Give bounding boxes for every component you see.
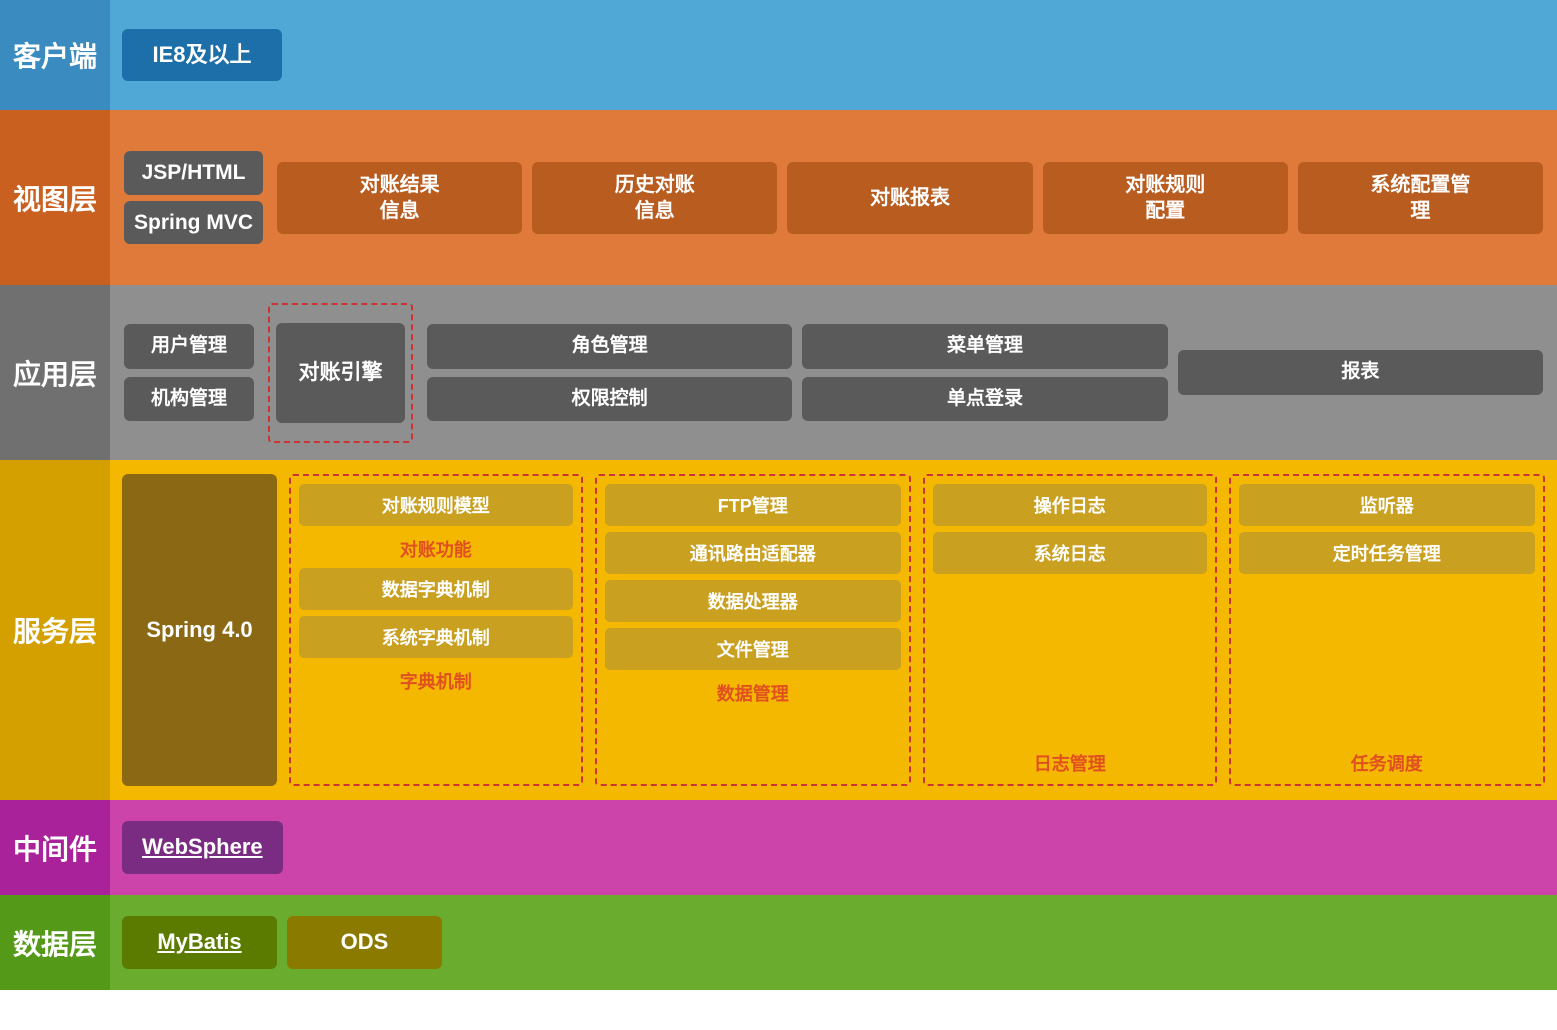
dandian-denglu-box: 单点登录 bbox=[802, 377, 1167, 422]
group3-inner: 操作日志 系统日志 bbox=[933, 484, 1207, 574]
service-row: 服务层 Spring 4.0 对账规则模型 对账功能 数据字典机制 系统字典机制… bbox=[0, 460, 1557, 800]
jiaose-guanli-box: 角色管理 bbox=[427, 324, 792, 369]
ftp-guanli-box: FTP管理 bbox=[605, 484, 901, 526]
ie8-box: IE8及以上 bbox=[122, 29, 282, 82]
view-modules: 对账结果信息 历史对账信息 对账报表 对账规则配置 系统配置管理 bbox=[277, 162, 1543, 234]
xitong-rizhi-box: 系统日志 bbox=[933, 532, 1207, 574]
middleware-content: WebSphere bbox=[110, 800, 1557, 895]
tongxun-luyou-box: 通讯路由适配器 bbox=[605, 532, 901, 574]
menu-col: 菜单管理 单点登录 bbox=[802, 324, 1167, 421]
view-label: 视图层 bbox=[0, 110, 110, 285]
group2-label: 数据管理 bbox=[605, 680, 901, 706]
data-content: MyBatis ODS bbox=[110, 895, 1557, 990]
middleware-label: 中间件 bbox=[0, 800, 110, 895]
jigou-guanli-box: 机构管理 bbox=[124, 377, 254, 422]
lishi-duizhang-box: 历史对账信息 bbox=[532, 162, 777, 234]
dingshi-renwu-box: 定时任务管理 bbox=[1239, 532, 1535, 574]
baobiao-box: 报表 bbox=[1178, 350, 1543, 395]
data-row: 数据层 MyBatis ODS bbox=[0, 895, 1557, 990]
view-tech-col: JSP/HTML Spring MVC bbox=[124, 151, 263, 244]
report-col: 报表 bbox=[1178, 350, 1543, 395]
service-content: Spring 4.0 对账规则模型 对账功能 数据字典机制 系统字典机制 字典机… bbox=[110, 460, 1557, 800]
view-row: 视图层 JSP/HTML Spring MVC 对账结果信息 历史对账信息 对账… bbox=[0, 110, 1557, 285]
app-label: 应用层 bbox=[0, 285, 110, 460]
ods-box: ODS bbox=[287, 916, 442, 969]
app-user-col: 用户管理 机构管理 bbox=[124, 324, 254, 421]
group2-dashed: FTP管理 通讯路由适配器 数据处理器 文件管理 数据管理 bbox=[595, 474, 911, 786]
service-label: 服务层 bbox=[0, 460, 110, 800]
group4-dashed: 监听器 定时任务管理 任务调度 bbox=[1229, 474, 1545, 786]
jsp-html-box: JSP/HTML bbox=[124, 151, 263, 194]
group1-label1: 对账功能 bbox=[299, 536, 573, 562]
duizhang-baobiao-box: 对账报表 bbox=[787, 162, 1032, 234]
app-content: 用户管理 机构管理 对账引擎 角色管理 权限控制 菜单管理 单点登录 报表 bbox=[110, 285, 1557, 460]
xitong-zidian-box: 系统字典机制 bbox=[299, 616, 573, 658]
caozuo-rizhi-box: 操作日志 bbox=[933, 484, 1207, 526]
websphere-box: WebSphere bbox=[122, 821, 283, 874]
spring-box: Spring 4.0 bbox=[122, 474, 277, 786]
group4-inner: 监听器 定时任务管理 bbox=[1239, 484, 1535, 574]
mybatis-box: MyBatis bbox=[122, 916, 277, 969]
role-col: 角色管理 权限控制 bbox=[427, 324, 792, 421]
group3-label: 日志管理 bbox=[1034, 750, 1106, 776]
shuju-zidian-box: 数据字典机制 bbox=[299, 568, 573, 610]
group1-dashed: 对账规则模型 对账功能 数据字典机制 系统字典机制 字典机制 bbox=[289, 474, 583, 786]
client-content: IE8及以上 bbox=[110, 0, 1557, 110]
group2-inner: FTP管理 通讯路由适配器 数据处理器 文件管理 数据管理 bbox=[605, 484, 901, 706]
xitong-peizhi-box: 系统配置管理 bbox=[1298, 162, 1543, 234]
view-content: JSP/HTML Spring MVC 对账结果信息 历史对账信息 对账报表 对… bbox=[110, 110, 1557, 285]
duizhang-guize-moxing-box: 对账规则模型 bbox=[299, 484, 573, 526]
middleware-row: 中间件 WebSphere bbox=[0, 800, 1557, 895]
quanxian-box: 权限控制 bbox=[427, 377, 792, 422]
duizhang-yinqing-box: 对账引擎 bbox=[276, 323, 405, 423]
client-row: 客户端 IE8及以上 bbox=[0, 0, 1557, 110]
group1-inner: 对账规则模型 对账功能 数据字典机制 系统字典机制 字典机制 bbox=[299, 484, 573, 694]
duizhang-jieguo-box: 对账结果信息 bbox=[277, 162, 522, 234]
group1-label2: 字典机制 bbox=[299, 668, 573, 694]
spring-mvc-box: Spring MVC bbox=[124, 201, 263, 244]
group3-dashed: 操作日志 系统日志 日志管理 bbox=[923, 474, 1217, 786]
shuju-chuli-box: 数据处理器 bbox=[605, 580, 901, 622]
duizhang-guize-box: 对账规则配置 bbox=[1043, 162, 1288, 234]
jianting-qi-box: 监听器 bbox=[1239, 484, 1535, 526]
duizhang-engine-group: 对账引擎 bbox=[268, 303, 413, 443]
yonghu-guanli-box: 用户管理 bbox=[124, 324, 254, 369]
wenjian-guanli-box: 文件管理 bbox=[605, 628, 901, 670]
architecture-diagram: 客户端 IE8及以上 视图层 JSP/HTML Spring MVC 对账结果信… bbox=[0, 0, 1557, 1030]
app-row: 应用层 用户管理 机构管理 对账引擎 角色管理 权限控制 菜单管理 单点登录 bbox=[0, 285, 1557, 460]
data-label: 数据层 bbox=[0, 895, 110, 990]
caidan-guanli-box: 菜单管理 bbox=[802, 324, 1167, 369]
group4-label: 任务调度 bbox=[1351, 750, 1423, 776]
client-label: 客户端 bbox=[0, 0, 110, 110]
app-right-modules: 角色管理 权限控制 菜单管理 单点登录 报表 bbox=[427, 324, 1543, 421]
